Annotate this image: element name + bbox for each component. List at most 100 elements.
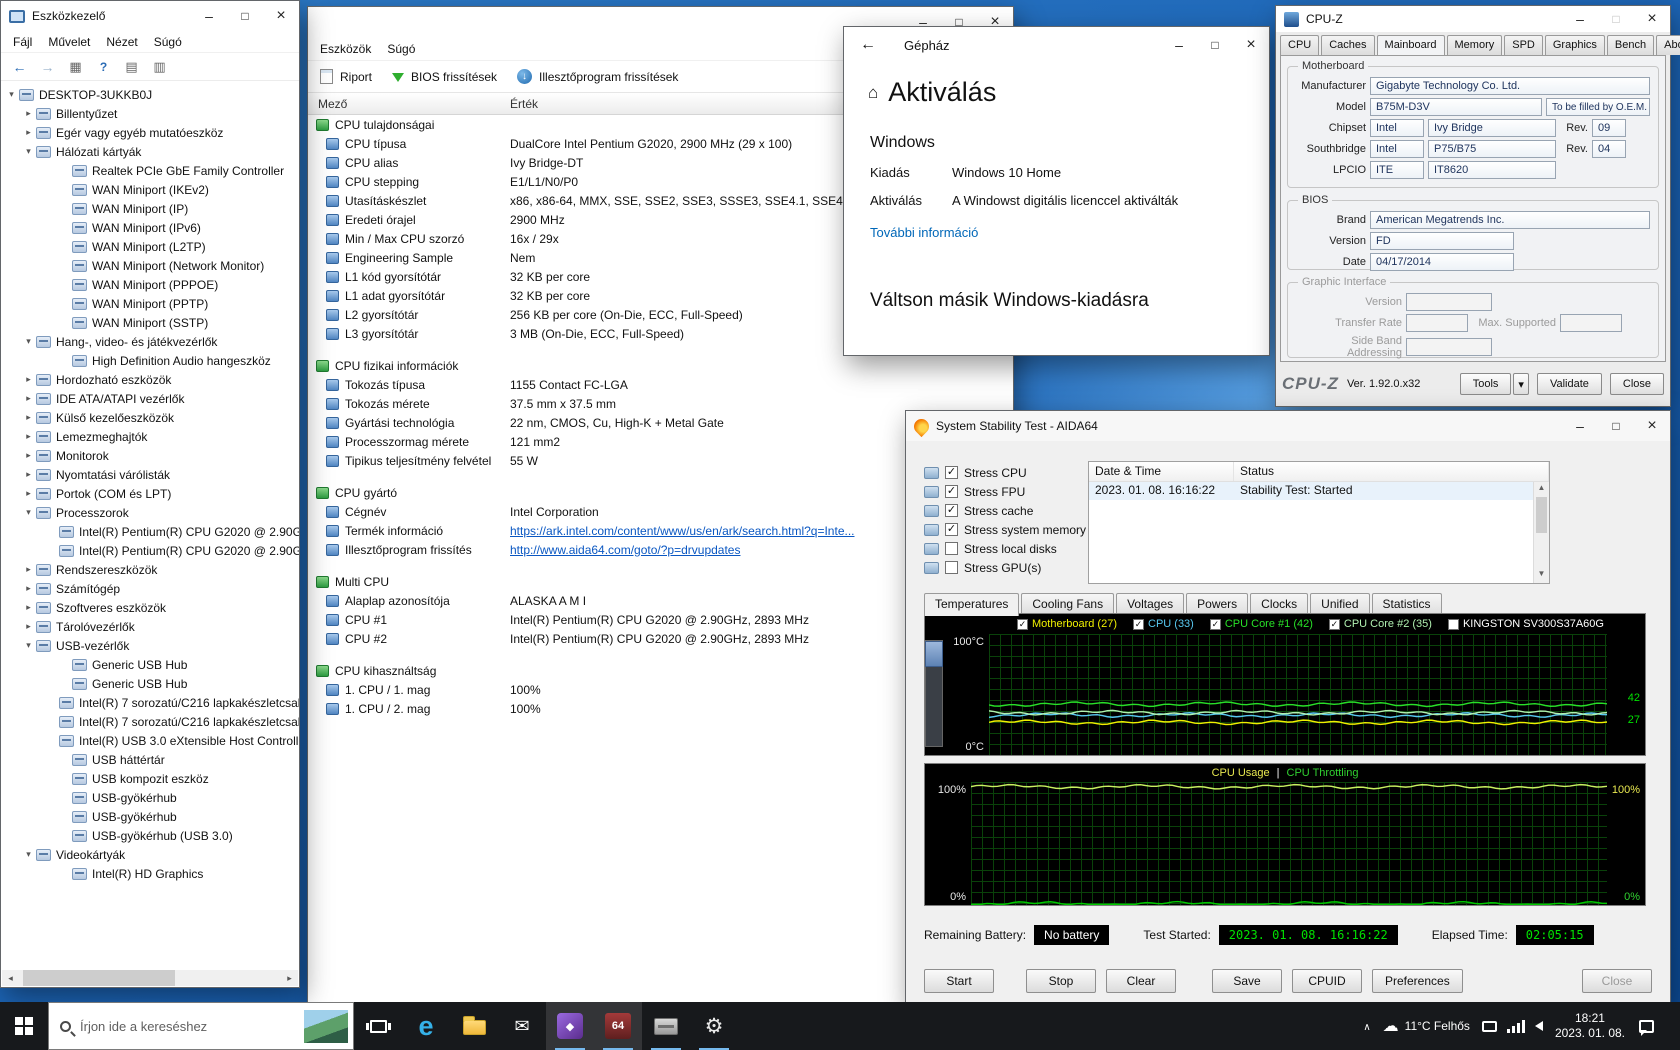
expander-icon[interactable]: ▾ <box>22 507 35 518</box>
checkbox[interactable] <box>945 466 958 479</box>
action-button[interactable]: Stop <box>1026 969 1096 993</box>
tree-item[interactable]: ▸ Hordozható eszközök <box>1 370 299 389</box>
tree-item[interactable]: ▸ Rendszereszközök <box>1 560 299 579</box>
expander-icon[interactable]: ▾ <box>5 89 18 100</box>
column-status[interactable]: Status <box>1234 462 1549 481</box>
expander-icon[interactable]: ▾ <box>22 146 35 157</box>
expander-icon[interactable]: ▸ <box>22 583 35 594</box>
scroll-left-icon[interactable]: ◂ <box>2 973 19 984</box>
tree-item[interactable]: USB kompozit eszköz <box>1 769 299 788</box>
tab[interactable]: Memory <box>1446 35 1503 55</box>
stress-option[interactable]: Stress FPU <box>924 482 1086 501</box>
tree-item[interactable]: WAN Miniport (PPTP) <box>1 294 299 313</box>
action-button[interactable]: Save <box>1212 969 1282 993</box>
tree-item[interactable]: WAN Miniport (SSTP) <box>1 313 299 332</box>
scroll-right-icon[interactable]: ▸ <box>281 973 298 984</box>
legend-checkbox[interactable] <box>1209 618 1221 630</box>
expander-icon[interactable]: ▸ <box>22 488 35 499</box>
display-tray-icon[interactable] <box>1481 1020 1497 1032</box>
tree-item[interactable]: ▸ Tárolóvezérlők <box>1 617 299 636</box>
tree-item[interactable]: ▸ Külső kezelőeszközök <box>1 408 299 427</box>
tools-button[interactable]: Tools <box>1459 373 1512 395</box>
scrollbar-thumb[interactable] <box>23 970 175 986</box>
forward-icon[interactable] <box>35 56 60 78</box>
volume-icon[interactable] <box>1534 1021 1543 1031</box>
help-icon[interactable] <box>91 56 116 78</box>
report-button[interactable]: Riport <box>320 69 372 84</box>
tab[interactable]: Mainboard <box>1376 35 1445 55</box>
action-button[interactable]: Preferences <box>1372 969 1463 993</box>
scroll-down-icon[interactable]: ▼ <box>1534 569 1549 582</box>
tree-item[interactable]: USB-gyökérhub <box>1 807 299 826</box>
search-input[interactable]: Írjon ide a kereséshez <box>48 1002 354 1050</box>
clock[interactable]: 18:21 2023. 01. 08. <box>1555 1011 1625 1041</box>
close-icon[interactable] <box>1233 30 1269 60</box>
settings-button[interactable] <box>690 1002 738 1050</box>
start-button[interactable] <box>0 1002 48 1050</box>
tree-item[interactable]: WAN Miniport (Network Monitor) <box>1 256 299 275</box>
tree-item[interactable]: ▾ Processzorok <box>1 503 299 522</box>
action-button[interactable]: Clear <box>1106 969 1176 993</box>
tree-item[interactable]: High Definition Audio hangeszköz <box>1 351 299 370</box>
slider-thumb[interactable] <box>925 641 943 667</box>
search-highlight-image[interactable] <box>304 1010 348 1043</box>
tree-item[interactable]: Intel(R) HD Graphics <box>1 864 299 883</box>
tree-item[interactable]: Intel(R) Pentium(R) CPU G2020 @ 2.90GH..… <box>1 541 299 560</box>
installer-app-button[interactable] <box>642 1002 690 1050</box>
expander-icon[interactable]: ▸ <box>22 621 35 632</box>
close-icon[interactable] <box>1634 411 1670 441</box>
console-icon[interactable] <box>63 56 88 78</box>
properties-icon[interactable] <box>119 56 144 78</box>
back-icon[interactable] <box>860 36 876 54</box>
maximize-icon[interactable] <box>1598 411 1634 441</box>
back-icon[interactable] <box>7 56 32 78</box>
purple-app-button[interactable] <box>546 1002 594 1050</box>
tree-item[interactable]: Generic USB Hub <box>1 674 299 693</box>
maximize-icon[interactable] <box>1598 6 1634 32</box>
tree-item[interactable]: Realtek PCIe GbE Family Controller <box>1 161 299 180</box>
tab[interactable]: CPU <box>1280 35 1320 55</box>
horizontal-scrollbar[interactable]: ◂ ▸ <box>2 970 298 986</box>
minimize-icon[interactable] <box>1161 30 1197 60</box>
tab[interactable]: Temperatures <box>924 593 1020 616</box>
tree-item[interactable]: ▸ Lemezmeghajtók <box>1 427 299 446</box>
expander-icon[interactable]: ▸ <box>22 412 35 423</box>
tree-item[interactable]: Intel(R) 7 sorozatú/C216 lapkakészletcsa… <box>1 693 299 712</box>
menu-item[interactable]: Fájl <box>5 35 40 49</box>
aida64-row[interactable]: CPU fizikai információk <box>308 356 1013 375</box>
legend-item[interactable]: Motherboard (27) <box>1017 618 1117 630</box>
expander-icon[interactable]: ▸ <box>22 127 35 138</box>
tree-item[interactable]: USB-gyökérhub (USB 3.0) <box>1 826 299 845</box>
tree-item[interactable]: ▸ Szoftveres eszközök <box>1 598 299 617</box>
file-explorer-button[interactable] <box>450 1002 498 1050</box>
checkbox[interactable] <box>945 542 958 555</box>
legend-checkbox[interactable] <box>1328 618 1340 630</box>
aida64-button[interactable] <box>594 1002 642 1050</box>
checkbox[interactable] <box>945 523 958 536</box>
legend-item[interactable]: KINGSTON SV300S37A60G <box>1447 618 1604 630</box>
tab[interactable]: About <box>1656 35 1680 55</box>
minimize-icon[interactable] <box>1562 6 1598 32</box>
tab[interactable]: Caches <box>1321 35 1375 55</box>
tab[interactable]: Graphics <box>1544 35 1605 55</box>
close-icon[interactable] <box>1634 6 1670 32</box>
tree-item[interactable]: ▾ USB-vezérlők <box>1 636 299 655</box>
tree-item[interactable]: WAN Miniport (IP) <box>1 199 299 218</box>
tab[interactable]: SPD <box>1504 35 1543 55</box>
tree-item[interactable]: ▸ Monitorok <box>1 446 299 465</box>
edge-button[interactable] <box>402 1002 450 1050</box>
bios-updates-button[interactable]: BIOS frissítések <box>392 65 497 88</box>
expander-icon[interactable]: ▾ <box>22 640 35 651</box>
checkbox[interactable] <box>945 485 958 498</box>
tree-item[interactable]: Generic USB Hub <box>1 655 299 674</box>
more-info-link[interactable]: További információ <box>870 225 1269 240</box>
expander-icon[interactable]: ▸ <box>22 450 35 461</box>
tree-item[interactable]: ▸ Billentyűzet <box>1 104 299 123</box>
task-view-button[interactable] <box>354 1002 402 1050</box>
menu-item[interactable]: Eszközök <box>312 42 379 56</box>
expander-icon[interactable]: ▸ <box>22 431 35 442</box>
scroll-up-icon[interactable]: ▲ <box>1534 483 1549 496</box>
column-field[interactable]: Mező <box>308 97 510 111</box>
tree-item[interactable]: WAN Miniport (IPv6) <box>1 218 299 237</box>
stress-option[interactable]: Stress GPU(s) <box>924 558 1086 577</box>
